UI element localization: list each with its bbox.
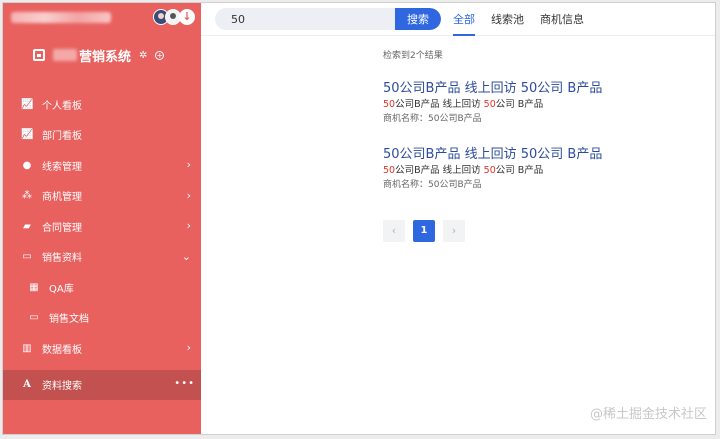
result-snippet: 50公司B产品 线上回访 50公司 B产品: [383, 164, 703, 178]
chevron-right-icon: ›: [186, 341, 191, 354]
list-item: 50公司B产品 线上回访 50公司 B产品 50公司B产品 线上回访 50公司 …: [383, 80, 703, 126]
logo-icon: [33, 49, 45, 61]
prev-page-button[interactable]: ‹: [383, 220, 405, 242]
search-input[interactable]: [215, 8, 395, 30]
sidebar-nav: 📈 个人看板 📈 部门看板 ● 线索管理 › ⁂ 商机管理 › ▰ 合同管理 ›: [3, 89, 201, 400]
sidebar-item-leads[interactable]: ● 线索管理 ›: [3, 150, 201, 181]
main-area: 搜索 全部 线索池 商机信息 检索到2个结果 50公司B产品 线上回访 50公司…: [201, 3, 715, 434]
users-icon: ⁂: [22, 190, 32, 202]
gear-icon[interactable]: ✲: [139, 50, 147, 61]
sidebar-item-dept-board[interactable]: 📈 部门看板: [3, 120, 201, 151]
add-circle-icon[interactable]: +: [155, 50, 165, 60]
result-title-link[interactable]: 50公司B产品 线上回访 50公司 B产品: [383, 80, 703, 98]
blurred-account-name: [11, 12, 111, 23]
sidebar-item-label: 部门看板: [42, 131, 82, 143]
chevron-right-icon: ›: [186, 219, 191, 232]
next-page-button[interactable]: ›: [443, 220, 465, 242]
sidebar-item-label: 线索管理: [42, 161, 82, 173]
search-results: 检索到2个结果 50公司B产品 线上回访 50公司 B产品 50公司B产品 线上…: [201, 36, 715, 434]
sidebar-item-label: 资料搜索: [42, 381, 82, 393]
result-count: 检索到2个结果: [383, 51, 443, 61]
sidebar-item-label: 个人看板: [42, 100, 82, 112]
brand: 营销系统 ✲ +: [33, 45, 165, 65]
tab-opportunity-info[interactable]: 商机信息: [540, 3, 584, 36]
sidebar-item-label: 销售文档: [49, 314, 89, 326]
font-icon: A: [23, 379, 31, 391]
snippet-text: 公司B产品 线上回访: [395, 99, 484, 110]
sidebar-item-sales-docs[interactable]: ▭ 销售文档: [3, 303, 201, 334]
sidebar-item-contracts[interactable]: ▰ 合同管理 ›: [3, 211, 201, 242]
sidebar-item-qa-library[interactable]: ▦ QA库: [3, 272, 201, 303]
sidebar-item-sales-materials[interactable]: ▭ 销售资料 ⌄: [3, 242, 201, 273]
download-circle-icon[interactable]: ↓: [179, 9, 195, 25]
sidebar-item-label: 合同管理: [42, 222, 82, 234]
sidebar-item-personal-board[interactable]: 📈 个人看板: [3, 89, 201, 120]
result-meta: 商机名称：50公司B产品: [383, 114, 482, 124]
system-name: 营销系统: [79, 49, 132, 65]
folder-open-icon: ▭: [22, 251, 32, 263]
snippet-highlight: 50: [383, 165, 396, 176]
snippet-highlight: 50: [483, 99, 496, 110]
snippet-highlight: 50: [483, 165, 496, 176]
page-button-current[interactable]: 1: [413, 220, 435, 242]
search-topbar: 搜索 全部 线索池 商机信息: [201, 3, 715, 36]
sidebar-topbar: ↓: [3, 3, 201, 33]
snippet-highlight: 50: [383, 99, 396, 110]
folder-open-icon: ▭: [29, 312, 39, 324]
result-tabs: 全部 线索池 商机信息: [453, 3, 600, 36]
snippet-text: 公司B产品 线上回访: [395, 165, 484, 176]
result-snippet: 50公司B产品 线上回访 50公司 B产品: [383, 98, 703, 112]
snippet-text: 公司 B产品: [495, 99, 544, 110]
result-title-link[interactable]: 50公司B产品 线上回访 50公司 B产品: [383, 146, 703, 164]
sidebar-item-data-board[interactable]: ▥ 数据看板 ›: [3, 333, 201, 364]
sidebar-item-label: 商机管理: [42, 192, 82, 204]
chevron-down-icon: ⌄: [181, 249, 191, 263]
chevron-right-icon: ›: [186, 188, 191, 202]
tab-all[interactable]: 全部: [453, 3, 475, 36]
sidebar: ↓ 营销系统 ✲ + 📈 个人看板 📈 部门看板 ● 线索管理 › ⁂ 商机管理…: [3, 3, 201, 434]
list-item: 50公司B产品 线上回访 50公司 B产品 50公司B产品 线上回访 50公司 …: [383, 146, 703, 192]
watermark: @稀土掘金技术社区: [589, 407, 707, 422]
search-button[interactable]: 搜索: [395, 8, 441, 30]
pagination: ‹ 1 ›: [383, 220, 473, 242]
line-chart-icon: 📈: [21, 98, 34, 110]
sidebar-item-label: 销售资料: [42, 253, 82, 265]
bar-chart-icon: ▥: [22, 342, 32, 354]
chevron-right-icon: ›: [186, 158, 191, 171]
app-window: ↓ 营销系统 ✲ + 📈 个人看板 📈 部门看板 ● 线索管理 › ⁂ 商机管理…: [2, 2, 716, 435]
sidebar-item-label: QA库: [49, 283, 74, 295]
table-icon: ▦: [29, 281, 39, 293]
sidebar-item-label: 数据看板: [42, 344, 82, 356]
snippet-text: 公司 B产品: [495, 165, 544, 176]
tab-lead-pool[interactable]: 线索池: [491, 3, 524, 36]
line-chart-icon: 📈: [21, 129, 34, 141]
more-icon[interactable]: •••: [174, 370, 195, 398]
user-icon: ●: [22, 159, 32, 171]
blurred-brand-prefix: [53, 49, 77, 61]
result-meta: 商机名称：50公司B产品: [383, 180, 482, 190]
search-box: 搜索: [215, 8, 441, 30]
sidebar-item-opportunities[interactable]: ⁂ 商机管理 ›: [3, 181, 201, 212]
book-icon: ▰: [23, 220, 31, 232]
sidebar-item-material-search[interactable]: A 资料搜索 •••: [3, 369, 201, 400]
